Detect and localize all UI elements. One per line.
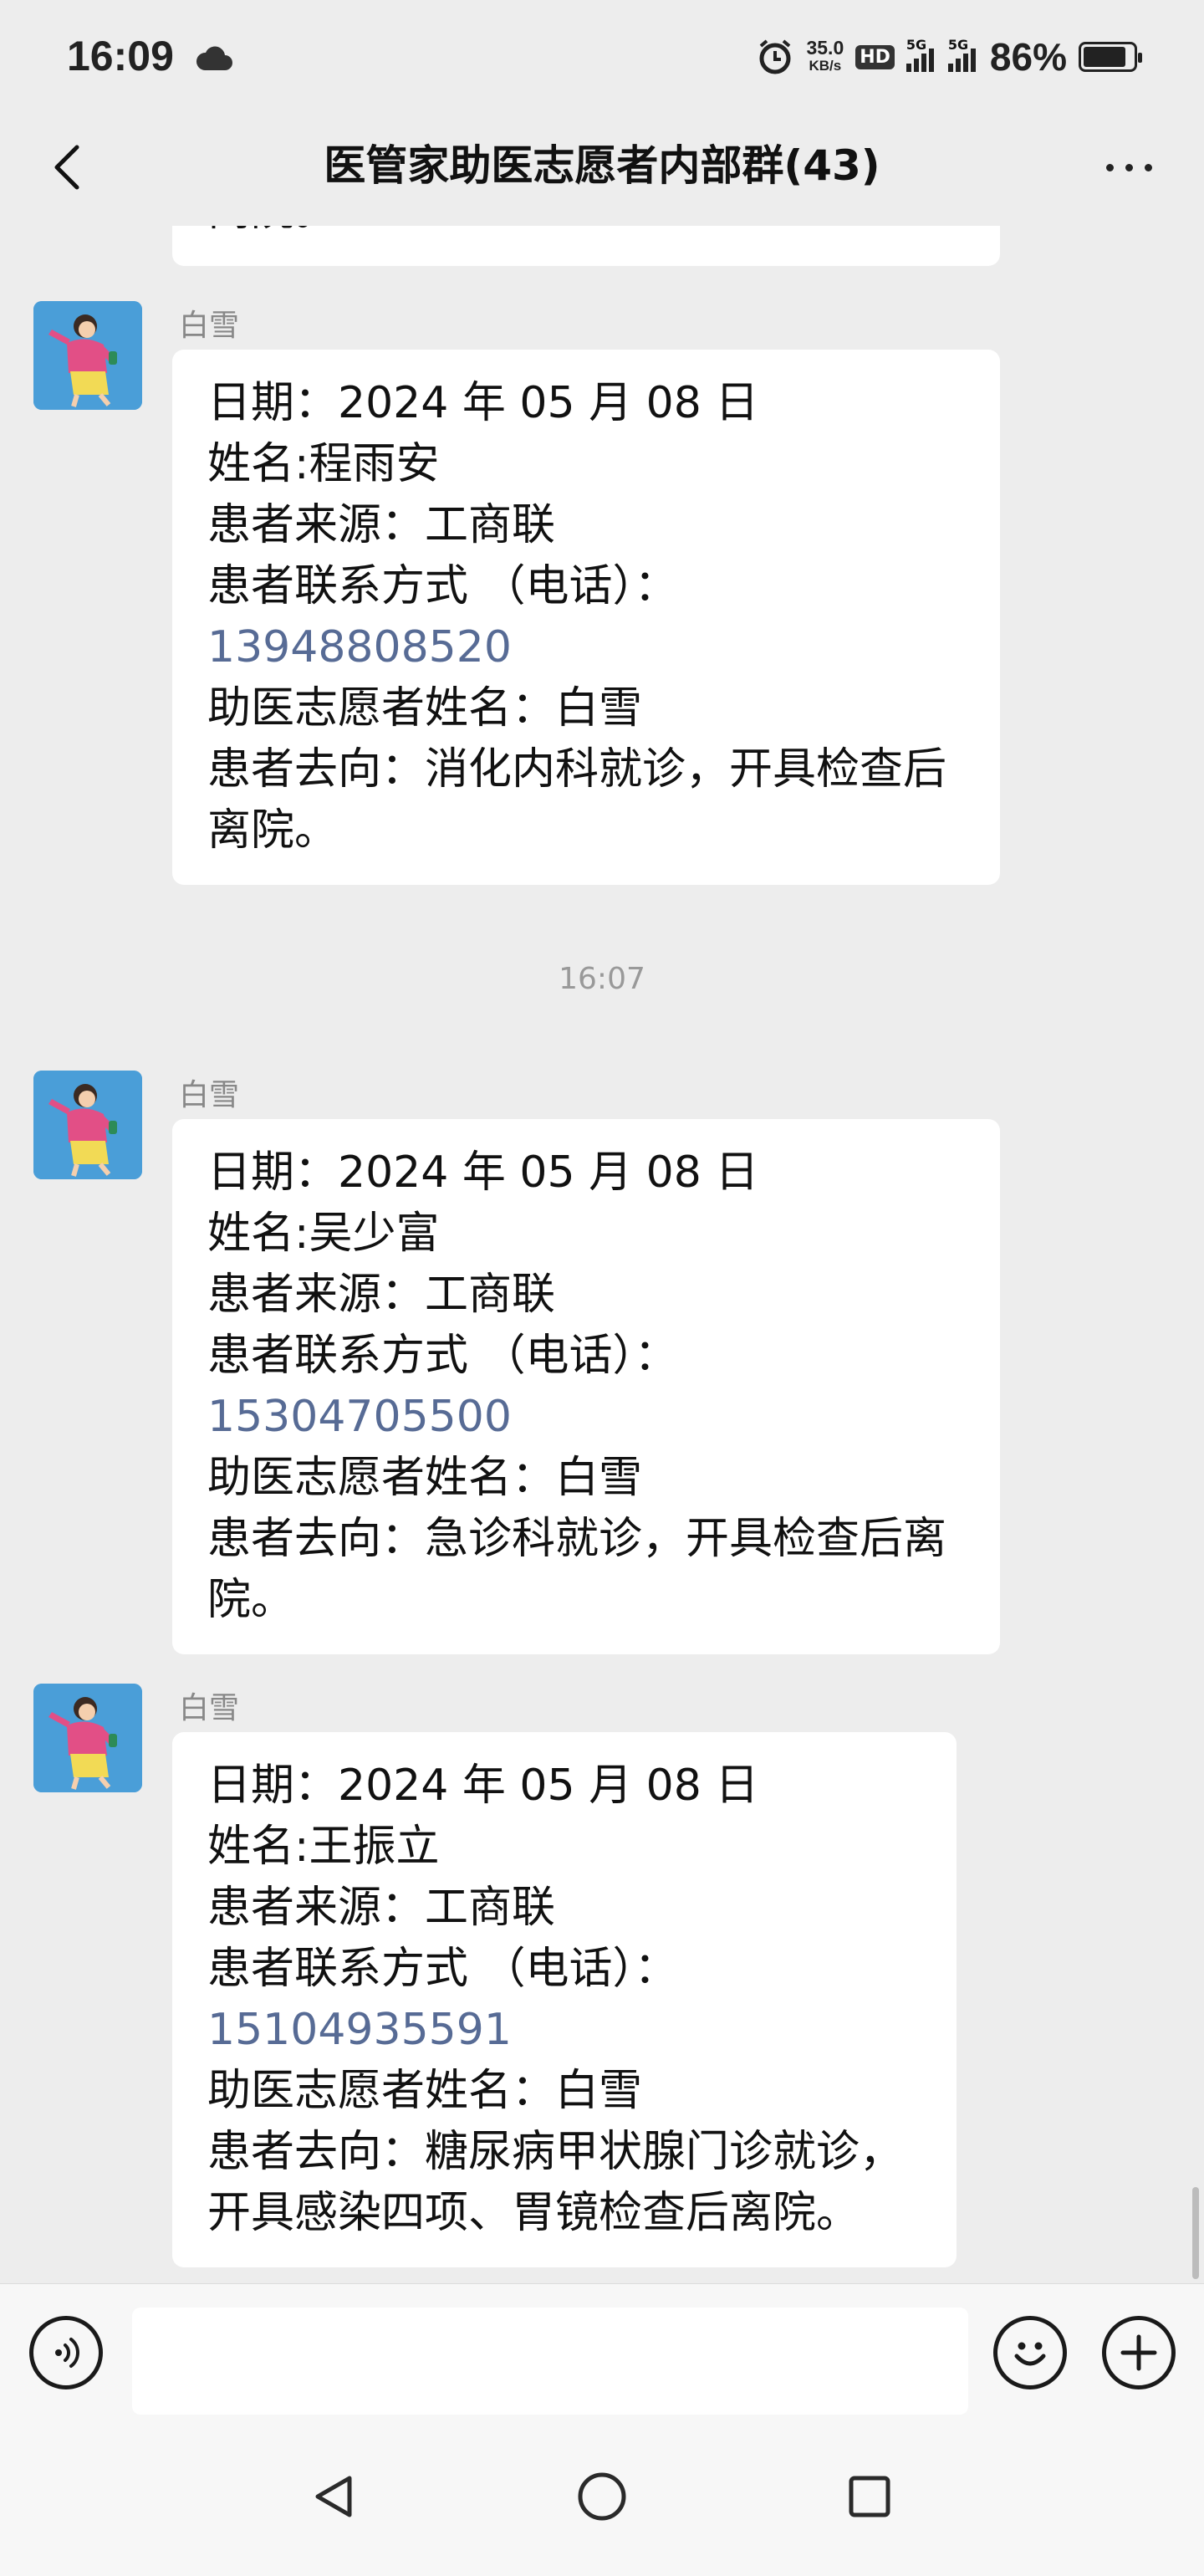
contact-label-line: 患者联系方式 （电话）： xyxy=(207,1944,678,1994)
patient-name-line: 姓名:王振立 xyxy=(207,1822,440,1872)
phone-link[interactable]: 15304705500 xyxy=(207,1387,967,1448)
sender-name: 白雪 xyxy=(179,1691,240,1725)
nav-recents-button[interactable] xyxy=(832,2459,907,2534)
emoji-button[interactable] xyxy=(993,2316,1067,2389)
message-bubble[interactable]: 日期：2024 年 05 月 08 日 姓名:程雨安 患者来源：工商联 患者联系… xyxy=(172,350,1000,885)
destination-line: 患者去向：急诊科就诊，开具检查后离院。 xyxy=(207,1514,947,1625)
message-timestamp: 16:07 xyxy=(559,962,645,996)
battery-icon xyxy=(1079,42,1142,72)
message-list[interactable]: 离院。 白雪 日期：2024 年 05 月 08 日 xyxy=(0,226,1204,2283)
network-speed-value: 35.0 xyxy=(806,37,844,59)
date-line: 日期：2024 年 05 月 08 日 xyxy=(207,1147,759,1198)
input-bar xyxy=(0,2283,1204,2417)
destination-line: 患者去向：糖尿病甲状腺门诊就诊，开具感染四项、胃镜检查后离院。 xyxy=(207,2127,904,2238)
chat-title: 医管家助医志愿者内部群(43) xyxy=(324,141,880,190)
message-bubble[interactable]: 日期：2024 年 05 月 08 日 姓名:王振立 患者来源：工商联 患者联系… xyxy=(172,1732,957,2267)
triangle-back-icon xyxy=(315,2476,352,2517)
patient-source-line: 患者来源：工商联 xyxy=(207,1270,556,1320)
back-button[interactable] xyxy=(33,134,100,201)
sender-name: 白雪 xyxy=(179,1078,240,1112)
network-speed-unit: KB/s xyxy=(809,58,842,74)
date-line: 日期：2024 年 05 月 08 日 xyxy=(207,1761,759,1811)
date-line: 日期：2024 年 05 月 08 日 xyxy=(207,378,759,428)
more-functions-button[interactable] xyxy=(1102,2316,1176,2389)
battery-percent: 86% xyxy=(989,35,1067,79)
nav-home-button[interactable] xyxy=(564,2459,640,2534)
chevron-left-icon xyxy=(54,145,79,190)
destination-line: 患者去向：消化内科就诊，开具检查后离院。 xyxy=(207,744,947,856)
system-navigation-bar xyxy=(0,2417,1204,2576)
voice-icon xyxy=(55,2338,79,2368)
avatar-image xyxy=(33,1684,142,1792)
message-bubble-partial[interactable]: 离院。 xyxy=(172,226,1000,266)
phone-link[interactable]: 15104935591 xyxy=(207,2000,923,2061)
chat-header: 医管家助医志愿者内部群(43) xyxy=(0,109,1204,226)
volunteer-line: 助医志愿者姓名：白雪 xyxy=(207,1453,643,1503)
alarm-icon xyxy=(759,39,791,74)
contact-label-line: 患者联系方式 （电话）： xyxy=(207,561,678,611)
battery-fill xyxy=(1084,47,1125,67)
signal-icon-sim2: 5G xyxy=(947,37,978,72)
sender-name: 白雪 xyxy=(179,309,240,343)
patient-source-line: 患者来源：工商联 xyxy=(207,1883,556,1933)
avatar-image xyxy=(33,1071,142,1179)
status-bar: 16:09 35.0 KB/s HD 5G 5G 86% xyxy=(0,0,1204,109)
avatar-image xyxy=(33,301,142,410)
cloud-icon xyxy=(196,46,232,70)
plus-icon xyxy=(1120,2334,1157,2371)
more-dot-icon xyxy=(1105,163,1114,171)
volunteer-line: 助医志愿者姓名：白雪 xyxy=(207,2066,643,2116)
message-input[interactable] xyxy=(132,2308,968,2415)
network-speed: 35.0 KB/s xyxy=(806,38,844,75)
sim1-network-label: 5G xyxy=(906,37,927,53)
phone-link[interactable]: 13948808520 xyxy=(207,617,967,678)
voice-input-button[interactable] xyxy=(29,2316,103,2389)
message-text: 离院。 xyxy=(207,226,338,242)
status-time: 16:09 xyxy=(67,33,174,79)
contact-label-line: 患者联系方式 （电话）： xyxy=(207,1331,678,1381)
more-dot-icon xyxy=(1125,163,1133,171)
more-dot-icon xyxy=(1144,163,1152,171)
avatar[interactable] xyxy=(33,301,142,410)
hd-voice-badge: HD xyxy=(855,44,895,69)
square-recents-icon xyxy=(849,2476,890,2517)
status-icons: 35.0 KB/s HD 5G 5G 86% xyxy=(756,32,1142,82)
patient-name-line: 姓名:程雨安 xyxy=(207,439,440,489)
nav-back-button[interactable] xyxy=(297,2459,372,2534)
smiley-icon xyxy=(1014,2342,1046,2366)
scrollbar-thumb[interactable] xyxy=(1192,2187,1199,2279)
volunteer-line: 助医志愿者姓名：白雪 xyxy=(207,683,643,733)
signal-icon-sim1: 5G xyxy=(906,37,936,72)
chat-screen: 16:09 35.0 KB/s HD 5G 5G 86% 医管家助医志愿者内部群… xyxy=(0,0,1204,2576)
message-bubble[interactable]: 日期：2024 年 05 月 08 日 姓名:吴少富 患者来源：工商联 患者联系… xyxy=(172,1119,1000,1654)
patient-name-line: 姓名:吴少富 xyxy=(207,1209,440,1259)
circle-home-icon xyxy=(578,2472,626,2521)
sim2-network-label: 5G xyxy=(947,37,969,53)
avatar[interactable] xyxy=(33,1684,142,1792)
more-options-button[interactable] xyxy=(1087,134,1171,201)
avatar[interactable] xyxy=(33,1071,142,1179)
patient-source-line: 患者来源：工商联 xyxy=(207,500,556,550)
